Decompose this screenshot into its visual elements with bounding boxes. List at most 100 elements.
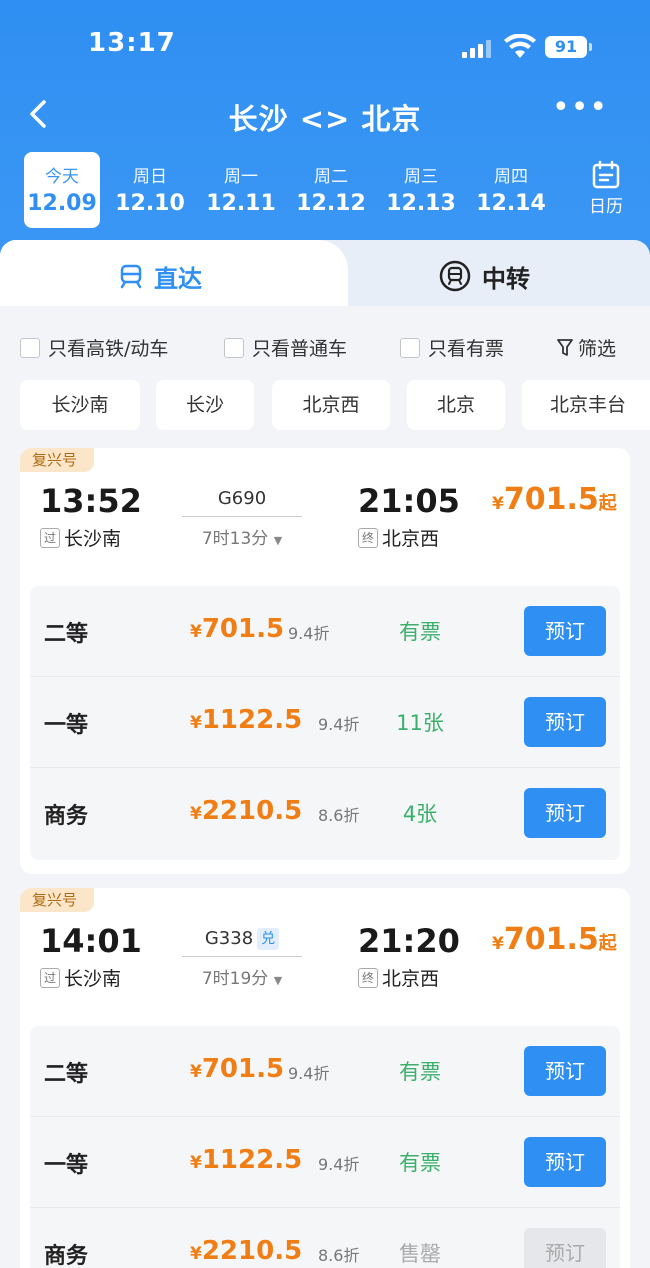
- date-value: 12.11: [206, 191, 276, 216]
- arrival-station: 终 北京西: [358, 524, 439, 551]
- checkbox-label: 只看普通车: [252, 338, 348, 360]
- date-weekday: 周二: [314, 167, 348, 187]
- station-chip[interactable]: 长沙南: [20, 380, 140, 430]
- seat-panel: 二等 ¥701.5 9.4折 有票 预订 一等 ¥1122.5 9.4折 有票 …: [30, 1026, 620, 1268]
- date-item[interactable]: 周四 12.14: [473, 152, 549, 228]
- price-suffix: 起: [598, 933, 617, 954]
- seat-row: 一等 ¥1122.5 9.4折 11张 预订: [30, 677, 620, 768]
- seat-discount: 8.6折: [318, 806, 360, 825]
- seat-discount: 9.4折: [288, 1064, 330, 1083]
- seat-row: 商务 ¥2210.5 8.6折 4张 预订: [30, 768, 620, 859]
- currency-symbol: ¥: [190, 1062, 202, 1082]
- station-chip[interactable]: 北京丰台: [522, 380, 650, 430]
- checkbox-label: 只看有票: [428, 338, 505, 360]
- seat-class: 商务: [44, 1244, 89, 1268]
- min-price-value: 701.5: [503, 482, 599, 517]
- seat-price-value: 2210.5: [201, 796, 303, 826]
- seat-price: ¥1122.5: [190, 1145, 302, 1175]
- filter-button[interactable]: 筛选: [556, 334, 616, 361]
- seat-price-value: 1122.5: [201, 1145, 303, 1175]
- date-today[interactable]: 今天 12.09: [24, 152, 100, 228]
- tab-direct[interactable]: 直达: [118, 256, 202, 296]
- seat-price-value: 2210.5: [201, 1236, 303, 1266]
- arrival-station-name: 北京西: [382, 968, 440, 990]
- tab-transfer[interactable]: 中转: [438, 256, 530, 296]
- train-number-text: G338: [204, 928, 254, 949]
- date-item[interactable]: 周一 12.11: [203, 152, 279, 228]
- train-icon: [120, 264, 142, 289]
- more-options-icon[interactable]: •••: [552, 93, 607, 128]
- train-number: G338 兑: [182, 928, 302, 950]
- date-item[interactable]: 周日 12.10: [112, 152, 188, 228]
- seat-class: 一等: [44, 713, 89, 738]
- date-weekday: 今天: [45, 167, 79, 187]
- duration[interactable]: 7时19分 ▼: [182, 964, 302, 989]
- seat-availability: 售罄: [399, 1242, 441, 1266]
- seat-panel: 二等 ¥701.5 9.4折 有票 预订 一等 ¥1122.5 9.4折 11张…: [30, 586, 620, 860]
- departure-station-name: 长沙南: [64, 528, 122, 550]
- calendar-button[interactable]: 日历: [578, 158, 634, 224]
- checkbox-high-speed[interactable]: 只看高铁/动车: [20, 334, 168, 361]
- terminal-tag: 终: [358, 967, 378, 988]
- seat-availability: 有票: [399, 620, 441, 644]
- price-suffix: 起: [598, 493, 617, 514]
- train-number-text: G690: [217, 488, 267, 509]
- book-button[interactable]: 预订: [524, 606, 606, 656]
- arrival-station-name: 北京西: [382, 528, 440, 550]
- wifi-icon: [504, 34, 536, 58]
- seat-row: 二等 ¥701.5 9.4折 有票 预订: [30, 586, 620, 677]
- date-value: 12.09: [27, 191, 97, 216]
- calendar-icon: [592, 160, 620, 189]
- train-type-badge: 复兴号: [20, 888, 94, 912]
- currency-symbol: ¥: [190, 1153, 202, 1173]
- seat-discount: 8.6折: [318, 1246, 360, 1265]
- checkbox-available[interactable]: 只看有票: [400, 334, 504, 361]
- train-card[interactable]: 复兴号 13:52 过 长沙南 G690 7时13分 ▼ 21:05 终 北京西…: [20, 448, 630, 874]
- station-chip[interactable]: 北京西: [272, 380, 390, 430]
- arrival-station: 终 北京西: [358, 964, 439, 991]
- book-button[interactable]: 预订: [524, 1046, 606, 1096]
- duration[interactable]: 7时13分 ▼: [182, 524, 302, 549]
- station-chip[interactable]: 北京: [407, 380, 505, 430]
- date-weekday: 周一: [224, 167, 258, 187]
- book-button[interactable]: 预订: [524, 697, 606, 747]
- currency-symbol: ¥: [190, 1244, 202, 1264]
- seat-discount: 9.4折: [318, 1155, 360, 1174]
- checkbox-normal-train[interactable]: 只看普通车: [224, 334, 347, 361]
- seat-class: 二等: [44, 1062, 89, 1087]
- book-button[interactable]: 预订: [524, 788, 606, 838]
- min-price-value: 701.5: [503, 922, 599, 957]
- seat-price-value: 701.5: [201, 1054, 285, 1084]
- route-line: [182, 516, 302, 517]
- seat-availability: 有票: [399, 1151, 441, 1175]
- duration-text: 7时13分: [201, 529, 269, 549]
- battery-icon: 91: [545, 36, 592, 58]
- seat-availability: 有票: [399, 1060, 441, 1084]
- checkbox-box: [224, 337, 244, 358]
- station-chip[interactable]: 长沙: [156, 380, 254, 430]
- date-value: 12.10: [115, 191, 185, 216]
- seat-price: ¥701.5: [190, 614, 284, 644]
- departure-time: 14:01: [40, 922, 142, 960]
- date-item[interactable]: 周三 12.13: [383, 152, 459, 228]
- train-card[interactable]: 复兴号 14:01 过 长沙南 G338 兑 7时19分 ▼ 21:20 终 北京…: [20, 888, 630, 1268]
- date-value: 12.12: [296, 191, 366, 216]
- seat-discount: 9.4折: [318, 715, 360, 734]
- seat-class: 一等: [44, 1153, 89, 1178]
- caret-down-icon: ▼: [273, 534, 283, 547]
- date-item[interactable]: 周二 12.12: [293, 152, 369, 228]
- date-value: 12.13: [386, 191, 456, 216]
- caret-down-icon: ▼: [273, 974, 283, 987]
- route-type-tabs: 直达 中转: [0, 240, 650, 310]
- pass-tag: 过: [40, 967, 60, 988]
- tab-transfer-label: 中转: [482, 264, 530, 293]
- seat-discount: 9.4折: [288, 624, 330, 643]
- seat-class: 二等: [44, 622, 89, 647]
- checkbox-box: [400, 337, 420, 358]
- arrival-time: 21:05: [358, 482, 460, 520]
- station-chips: 长沙南 长沙 北京西 北京 北京丰台: [0, 380, 650, 432]
- currency-symbol: ¥: [190, 713, 202, 733]
- book-button[interactable]: 预订: [524, 1137, 606, 1187]
- nav-bar: 长沙 <> 北京 •••: [0, 92, 650, 138]
- checkbox-label: 只看高铁/动车: [48, 338, 169, 360]
